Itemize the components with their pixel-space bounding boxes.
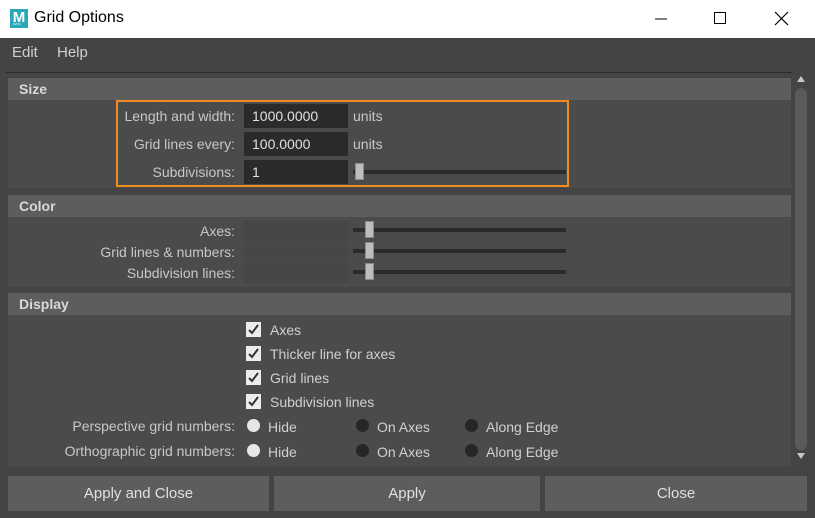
perspective-along-edge-radio[interactable] <box>465 419 478 432</box>
checkmark-icon <box>248 372 259 383</box>
axes-color-label: Axes: <box>199 223 235 239</box>
checkmark-icon <box>248 324 259 335</box>
subdivision-lines-checkbox-label: Subdivision lines <box>270 394 375 410</box>
perspective-hide-radio[interactable] <box>247 419 260 432</box>
axes-color-slider-track[interactable] <box>353 228 566 232</box>
scrollbar-thumb[interactable] <box>795 88 807 450</box>
grid-lines-checkbox-label: Grid lines <box>270 370 330 386</box>
menu-bar: Edit Help <box>0 38 815 68</box>
orthographic-hide-label: Hide <box>268 444 297 460</box>
gridlines-color-slider-handle[interactable] <box>365 242 374 259</box>
orthographic-hide-radio[interactable] <box>247 444 260 457</box>
orthographic-along-edge-label: Along Edge <box>486 444 559 460</box>
perspective-along-edge-label: Along Edge <box>486 419 559 435</box>
maya-app-icon: M MAYA <box>10 9 28 28</box>
color-section-body: Axes: Grid lines & numbers: Subdivision … <box>8 217 791 287</box>
close-button[interactable]: Close <box>545 476 807 511</box>
orthographic-on-axes-label: On Axes <box>377 444 430 460</box>
display-section-header[interactable]: Display <box>8 293 791 315</box>
orthographic-along-edge-radio[interactable] <box>465 444 478 457</box>
vertical-scrollbar[interactable] <box>793 72 809 466</box>
gridlines-color-slider-track[interactable] <box>353 249 566 253</box>
checkmark-icon <box>248 396 259 407</box>
gridlines-color-label: Grid lines & numbers: <box>100 244 235 260</box>
minimize-button[interactable] <box>639 0 685 38</box>
checkmark-icon <box>248 348 259 359</box>
display-section-body: Axes Thicker line for axes Grid lines Su… <box>8 315 791 466</box>
highlight-box <box>116 100 569 187</box>
size-section-header[interactable]: Size <box>8 78 791 100</box>
maximize-button[interactable] <box>698 0 744 38</box>
grid-lines-checkbox[interactable] <box>246 370 261 385</box>
apply-and-close-button[interactable]: Apply and Close <box>8 476 269 511</box>
axes-checkbox[interactable] <box>246 322 261 337</box>
perspective-hide-label: Hide <box>268 419 297 435</box>
thicker-line-checkbox[interactable] <box>246 346 261 361</box>
orthographic-grid-numbers-label: Orthographic grid numbers: <box>64 443 235 459</box>
axes-checkbox-label: Axes <box>270 322 302 338</box>
axes-color-swatch[interactable] <box>244 221 348 241</box>
subdivision-color-slider-track[interactable] <box>353 270 566 274</box>
minimize-icon <box>655 18 667 20</box>
close-icon <box>774 11 789 26</box>
scroll-up-arrow-icon[interactable] <box>796 75 806 83</box>
subdivision-color-slider-handle[interactable] <box>365 263 374 280</box>
menu-help[interactable]: Help <box>57 44 88 61</box>
menu-edit[interactable]: Edit <box>12 44 38 61</box>
gridlines-color-swatch[interactable] <box>244 242 348 262</box>
close-window-button[interactable] <box>759 0 805 38</box>
options-panel: Size Length and width: 1000.0000 units G… <box>6 72 792 466</box>
subdivision-color-swatch[interactable] <box>244 263 348 283</box>
app-icon-subtext: MAYA <box>13 22 22 26</box>
subdivision-color-label: Subdivision lines: <box>126 265 235 281</box>
subdivision-lines-checkbox[interactable] <box>246 394 261 409</box>
maximize-icon <box>714 12 726 24</box>
perspective-on-axes-radio[interactable] <box>356 419 369 432</box>
window-title: Grid Options <box>34 9 124 26</box>
color-section-header[interactable]: Color <box>8 195 791 217</box>
axes-color-slider-handle[interactable] <box>365 221 374 238</box>
apply-button[interactable]: Apply <box>274 476 540 511</box>
title-bar: M MAYA Grid Options <box>0 0 815 38</box>
thicker-line-checkbox-label: Thicker line for axes <box>270 346 396 362</box>
perspective-on-axes-label: On Axes <box>377 419 430 435</box>
orthographic-on-axes-radio[interactable] <box>356 444 369 457</box>
scroll-down-arrow-icon[interactable] <box>796 452 806 460</box>
perspective-grid-numbers-label: Perspective grid numbers: <box>72 418 235 434</box>
